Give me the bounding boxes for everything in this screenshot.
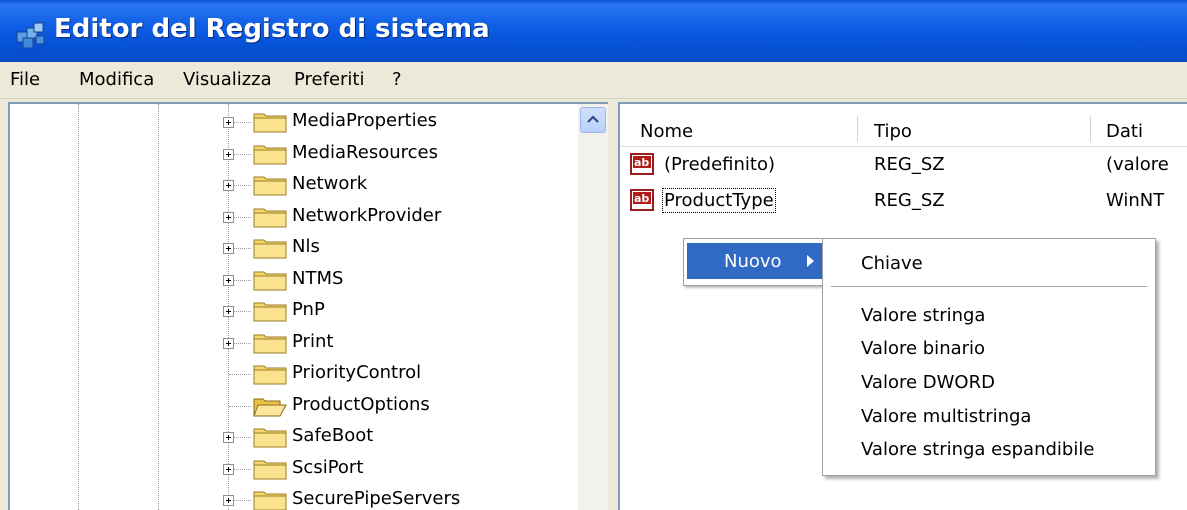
expand-icon[interactable]	[223, 337, 234, 349]
tree-item-label: SecurePipeServers	[292, 488, 461, 509]
menu-item-nuovo[interactable]: Nuovo	[687, 243, 825, 279]
folder-icon	[253, 334, 287, 353]
column-divider[interactable]	[1090, 116, 1091, 142]
list-header: Nome Tipo Dati	[620, 112, 1187, 147]
tree-item-label: MediaResources	[292, 141, 438, 163]
submenu-item-chiave[interactable]: Chiave	[861, 253, 923, 274]
column-header-data[interactable]: Dati	[1106, 121, 1143, 142]
tree-item-label: Print	[292, 330, 334, 352]
tree-item[interactable]: ProductOptions	[10, 391, 570, 421]
tree-item-label: Network	[292, 173, 368, 194]
tree-connector	[229, 374, 251, 375]
folder-icon	[253, 491, 287, 510]
string-value-icon: ab	[630, 189, 654, 211]
tree-scrollbar[interactable]	[578, 104, 608, 510]
tree-item[interactable]: PriorityControl	[10, 359, 570, 389]
tree-item[interactable]: SafeBoot	[10, 422, 570, 452]
window-title: Editor del Registro di sistema	[54, 14, 490, 44]
tree-item[interactable]: Print	[10, 328, 570, 358]
expand-icon[interactable]	[223, 243, 234, 254]
value-data: (valore	[1106, 154, 1169, 175]
expand-icon[interactable]	[223, 211, 234, 223]
folder-icon	[253, 208, 287, 227]
tree-item[interactable]: NTMS	[10, 265, 570, 295]
menu-item-label: Nuovo	[724, 251, 782, 272]
submenu-item-valore-stringa[interactable]: Valore stringa	[861, 305, 985, 326]
column-header-name[interactable]: Nome	[640, 121, 693, 142]
tree-item[interactable]: SecurePipeServers	[10, 485, 570, 510]
tree-item[interactable]: NetworkProvider	[10, 202, 570, 232]
value-name: ProductType	[662, 188, 776, 213]
value-row[interactable]: ab ProductType REG_SZ WinNT	[620, 186, 1187, 216]
submenu-item-valore-multistringa[interactable]: Valore multistringa	[861, 406, 1031, 427]
expand-icon[interactable]	[223, 432, 234, 443]
tree-item-label: NTMS	[292, 267, 344, 289]
tree-connector	[229, 405, 251, 407]
value-type: REG_SZ	[874, 190, 945, 211]
tree-item[interactable]: MediaResources	[10, 139, 570, 169]
svg-text:ab: ab	[634, 192, 649, 205]
tree-item-label: Nls	[292, 236, 320, 257]
tree-item[interactable]: PnP	[10, 296, 570, 326]
expand-icon[interactable]	[223, 117, 234, 128]
expand-icon[interactable]	[223, 495, 234, 506]
menu-separator	[831, 286, 1147, 287]
new-submenu: Chiave Valore stringa Valore binario Val…	[822, 238, 1156, 476]
registry-editor-icon	[16, 22, 45, 49]
menu-bar: File Modifica Visualizza Preferiti ?	[0, 62, 1187, 99]
expand-icon[interactable]	[223, 274, 234, 286]
tree-item[interactable]: Network	[10, 170, 570, 200]
folder-icon	[253, 176, 287, 196]
svg-text:ab: ab	[634, 156, 649, 169]
folder-icon	[253, 113, 287, 133]
value-type: REG_SZ	[874, 154, 945, 175]
tree-item-label: PnP	[292, 299, 325, 320]
title-bar[interactable]: Editor del Registro di sistema	[0, 0, 1187, 62]
tree-item-label: NetworkProvider	[292, 204, 442, 226]
context-menu: Nuovo	[683, 238, 829, 286]
scroll-up-button[interactable]	[580, 107, 606, 133]
submenu-item-valore-binario[interactable]: Valore binario	[861, 338, 985, 359]
open-folder-icon	[253, 398, 287, 416]
folder-icon	[253, 239, 287, 259]
menu-modifica[interactable]: Modifica	[79, 69, 154, 90]
tree-item-label: ScsiPort	[292, 456, 364, 478]
chevron-up-icon	[587, 115, 599, 123]
tree-item[interactable]: Nls	[10, 233, 570, 263]
expand-icon[interactable]	[223, 306, 234, 317]
menu-help[interactable]: ?	[392, 69, 402, 90]
folder-icon	[253, 145, 287, 164]
key-tree[interactable]: MediaProperties MediaResources Network Netw…	[8, 102, 608, 510]
submenu-item-valore-espandibile[interactable]: Valore stringa espandibile	[861, 439, 1094, 460]
string-value-icon: ab	[630, 153, 654, 175]
folder-icon	[253, 365, 287, 385]
expand-icon[interactable]	[223, 463, 234, 475]
tree-item-label: SafeBoot	[292, 425, 374, 446]
submenu-arrow-icon	[807, 255, 814, 267]
tree-item-label: ProductOptions	[292, 393, 430, 415]
tree-item-label: PriorityControl	[292, 362, 422, 383]
value-name: (Predefinito)	[664, 154, 775, 175]
folder-icon	[253, 271, 287, 290]
folder-icon	[253, 460, 287, 479]
column-divider[interactable]	[857, 116, 858, 142]
menu-visualizza[interactable]: Visualizza	[183, 69, 272, 90]
tree-item[interactable]: MediaProperties	[10, 107, 570, 137]
expand-icon[interactable]	[223, 180, 234, 191]
tree-item-label: MediaProperties	[292, 110, 438, 131]
menu-file[interactable]: File	[10, 69, 40, 90]
expand-icon[interactable]	[223, 148, 234, 160]
menu-preferiti[interactable]: Preferiti	[294, 69, 365, 90]
value-data: WinNT	[1106, 190, 1165, 211]
folder-icon	[253, 428, 287, 448]
tree-item[interactable]: ScsiPort	[10, 454, 570, 484]
column-header-type[interactable]: Tipo	[874, 121, 912, 142]
value-row[interactable]: ab (Predefinito) REG_SZ (valore	[620, 150, 1187, 180]
submenu-item-valore-dword[interactable]: Valore DWORD	[861, 372, 995, 393]
folder-icon	[253, 302, 287, 322]
